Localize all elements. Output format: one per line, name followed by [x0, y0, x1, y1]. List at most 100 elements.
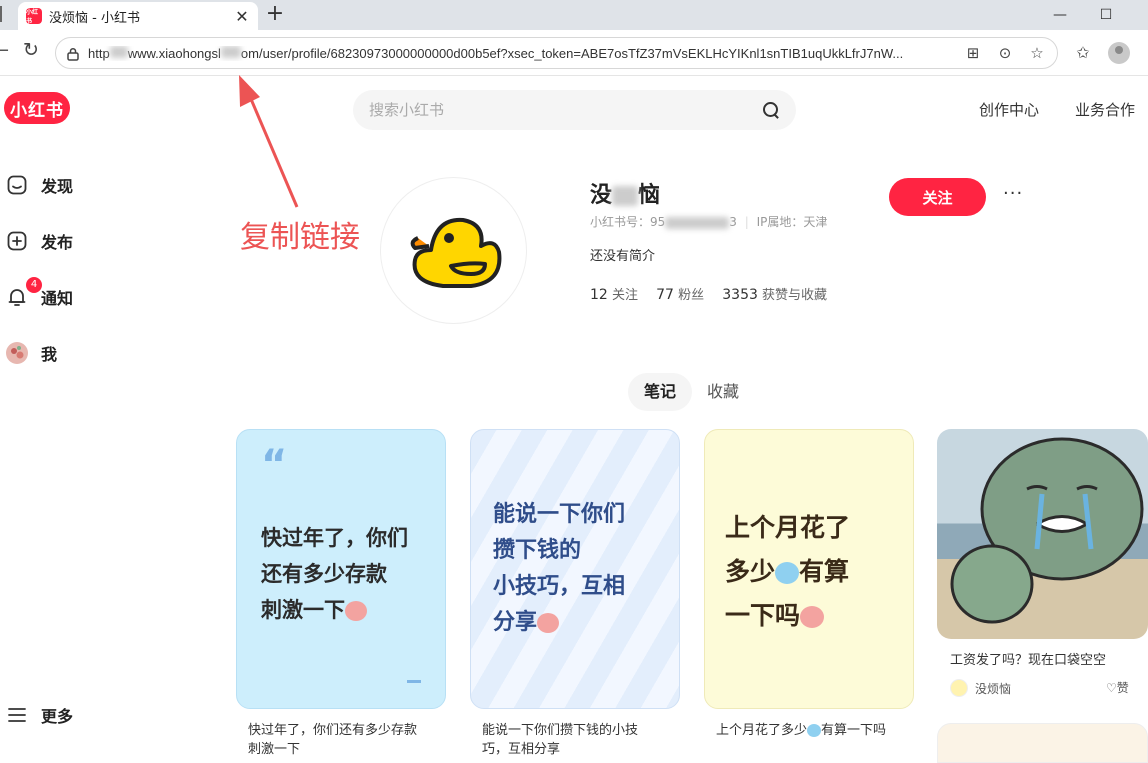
favorite-star-icon[interactable]: ☆ — [1027, 43, 1047, 63]
followers-label: 粉丝 — [678, 288, 705, 303]
search-bar[interactable] — [353, 90, 796, 130]
likes-count: 3353 — [722, 287, 758, 303]
card-title[interactable]: 工资发了吗？现在口袋空空 — [950, 651, 1106, 670]
more-options-icon[interactable]: ··· — [1003, 183, 1023, 204]
card-cover-text: 上个月花了 多少 有算 一下吗 — [725, 506, 850, 638]
follow-button[interactable]: 关注 — [889, 178, 986, 216]
browser-tab-bar: 小红书 没烦恼 - 小红书 ✕ + — ☐ — [0, 0, 1148, 30]
maximize-button[interactable]: ☐ — [1094, 4, 1118, 26]
author-avatar — [950, 679, 968, 697]
browser-profile-avatar[interactable] — [1108, 42, 1130, 64]
peach-face-icon — [537, 613, 560, 633]
business-link[interactable]: 业务合作 — [1075, 99, 1135, 120]
quote-mark: “ — [261, 442, 288, 488]
card-title-line: 有算一下吗 — [821, 723, 887, 738]
sidebar-item-publish[interactable]: 发布 — [6, 227, 73, 255]
sidebar-item-discover[interactable]: 发现 — [6, 171, 73, 199]
nickname-start: 没 — [590, 183, 613, 208]
crying-blob-image — [950, 437, 1144, 624]
url-redacted — [109, 45, 128, 58]
avatar — [6, 342, 28, 364]
previous-tab-edge[interactable] — [0, 6, 4, 22]
browser-tab-active[interactable]: 小红书 没烦恼 - 小红书 ✕ — [18, 2, 258, 30]
duck-icon — [410, 217, 502, 288]
card-line: 多少 有算 — [725, 550, 850, 594]
minimize-button[interactable]: — — [1048, 4, 1072, 26]
sidebar-item-me[interactable]: 我 — [6, 339, 57, 367]
following-label: 关注 — [611, 288, 638, 303]
url-field[interactable]: http www.xiaohongsl om/user/profile/682309… — [55, 37, 1058, 69]
tab-title: 没烦恼 - 小红书 — [49, 10, 140, 26]
profile-avatar — [380, 177, 527, 324]
lock-icon[interactable] — [66, 46, 80, 61]
url-text[interactable]: http www.xiaohongsl om/user/profile/682309… — [88, 45, 951, 61]
card-line-text: 分享 — [493, 610, 538, 635]
note-card[interactable]: 能说一下你们 攒下钱的 小技巧，互相 分享 — [470, 429, 680, 709]
profile-id-end: 3 — [729, 215, 737, 229]
profile-meta: 小红书号：95 3 | IP属地：天津 — [590, 213, 827, 230]
card-line: 小技巧，互相 — [493, 574, 626, 599]
card-title[interactable]: 上个月花了多少 有算一下吗 — [716, 721, 886, 740]
reload-icon[interactable]: ↻ — [20, 40, 42, 62]
nickname-end: 恼 — [638, 183, 661, 208]
favorites-icon[interactable]: ✩ — [1072, 42, 1094, 64]
xiaohongshu-logo[interactable]: 小红书 — [4, 92, 70, 124]
card-line: 一下吗 — [725, 594, 850, 638]
tab-notes[interactable]: 笔记 — [628, 373, 692, 411]
money-bag-icon — [775, 562, 800, 584]
card-title[interactable]: 能说一下你们攒下钱的小技 巧，互相分享 — [482, 721, 638, 759]
sidebar-item-label: 更多 — [41, 707, 74, 726]
author-name: 没烦恼 — [975, 681, 1012, 696]
followers-stat[interactable]: 77 粉丝 — [656, 287, 705, 303]
note-card-image[interactable] — [937, 429, 1148, 639]
creator-center-link[interactable]: 创作中心 — [979, 99, 1039, 120]
card-line: 刺激一下 — [261, 592, 408, 628]
sidebar-item-label: 发布 — [41, 233, 74, 252]
profile-nickname: 没恼 — [590, 177, 660, 209]
card-line: 分享 — [493, 605, 625, 641]
back-icon[interactable]: ← — [0, 40, 9, 61]
peach-face-icon — [800, 606, 825, 628]
tab-favorites[interactable]: 收藏 — [707, 373, 739, 411]
card-decoration — [407, 680, 421, 683]
card-title[interactable]: 快过年了，你们还有多少存款 刺激一下 — [248, 721, 417, 759]
profile-id: 小红书号：95 — [590, 215, 666, 229]
card-line: 攒下钱的 — [493, 538, 582, 563]
crying-face-icon — [345, 601, 367, 621]
note-card[interactable]: “ 快过年了，你们 还有多少存款 刺激一下 — [236, 429, 446, 709]
page-content: 小红书 创作中心 业务合作 发现 发布 4 通知 我 更多 — [0, 75, 1148, 763]
search-input[interactable] — [369, 101, 762, 119]
bell-icon: 4 — [6, 277, 42, 308]
plus-circle-icon — [6, 230, 28, 252]
card-title-line: 能说一下你们攒下钱的小技 — [482, 723, 639, 738]
following-count: 12 — [590, 287, 608, 303]
url-path: om/user/profile/68230973000000000d00b5ef… — [240, 45, 904, 61]
meta-divider: | — [744, 215, 749, 229]
card-author[interactable]: 没烦恼 — [950, 679, 1011, 697]
followers-count: 77 — [656, 287, 674, 303]
card-title-line: 上个月花了多少 — [716, 723, 808, 738]
ip-location: IP属地：天津 — [756, 215, 828, 229]
reader-view-icon[interactable]: ⊞ — [963, 43, 983, 63]
note-card[interactable]: 上个月花了 多少 有算 一下吗 — [704, 429, 914, 709]
following-stat[interactable]: 12 关注 — [590, 287, 638, 303]
heart-icon: ♡ — [1106, 681, 1117, 695]
next-note-card[interactable] — [937, 723, 1148, 763]
card-cover-text: 快过年了，你们 还有多少存款 刺激一下 — [261, 520, 408, 628]
card-line-text: 一下吗 — [725, 601, 801, 630]
id-redacted — [665, 216, 730, 229]
search-icon[interactable] — [762, 101, 780, 119]
new-tab-button[interactable]: + — [263, 3, 287, 27]
sidebar-item-notifications[interactable]: 4 通知 — [6, 277, 74, 311]
likes-label: 获赞与收藏 — [762, 288, 828, 303]
like-button[interactable]: ♡赞 — [1106, 679, 1129, 696]
more-tools-icon[interactable]: ⊙ — [995, 43, 1015, 63]
likes-stat: 3353 获赞与收藏 — [722, 287, 828, 303]
profile-bio: 还没有简介 — [590, 249, 656, 264]
tab-close-icon[interactable]: ✕ — [234, 7, 250, 26]
sidebar-item-more[interactable]: 更多 — [6, 701, 73, 729]
annotation-copy-link: 复制链接 — [240, 220, 360, 255]
xiaohongshu-favicon-icon: 小红书 — [26, 8, 42, 25]
sidebar-item-label: 通知 — [41, 289, 74, 308]
discover-icon — [6, 174, 28, 196]
